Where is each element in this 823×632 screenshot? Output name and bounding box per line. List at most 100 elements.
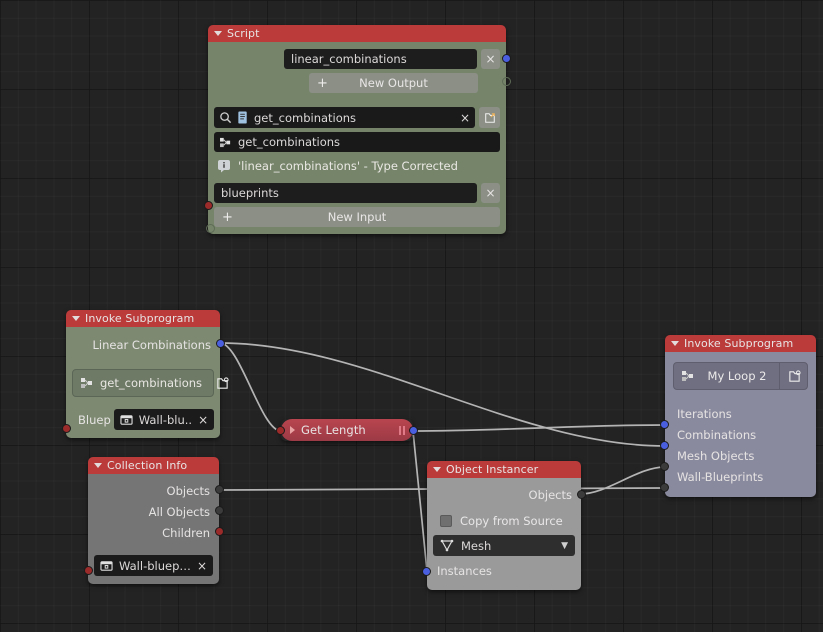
socket-label-blueprints: Bluep bbox=[78, 412, 111, 427]
clear-script-button[interactable]: × bbox=[460, 111, 470, 125]
node-object-instancer[interactable]: Object Instancer Objects Copy from Sourc… bbox=[422, 461, 586, 590]
subprogram-name: My Loop 2 bbox=[707, 369, 767, 383]
socket-script-new-input[interactable] bbox=[206, 224, 215, 233]
socket-script-output[interactable] bbox=[502, 54, 511, 63]
socket-invoke-right-mesh-objects[interactable] bbox=[660, 462, 669, 471]
mesh-data-icon bbox=[440, 539, 454, 552]
subprogram-selector[interactable]: get_combinations bbox=[72, 369, 229, 397]
node-invoke-right-title: Invoke Subprogram bbox=[684, 337, 794, 350]
collapse-triangle-icon[interactable] bbox=[72, 316, 80, 321]
chevron-down-icon[interactable]: ▼ bbox=[561, 541, 568, 551]
socket-label-mesh-objects: Mesh Objects bbox=[677, 448, 755, 463]
socket-label-objects: Objects bbox=[166, 483, 210, 498]
node-script[interactable]: Script linear_combinations × + New Outpu… bbox=[204, 25, 511, 234]
socket-invoke-left-linear-combinations[interactable] bbox=[216, 339, 225, 348]
script-name-field[interactable]: get_combinations bbox=[214, 132, 500, 152]
search-icon bbox=[219, 111, 232, 124]
node-object-instancer-header[interactable]: Object Instancer bbox=[427, 461, 581, 478]
output-row-objects: Objects bbox=[433, 484, 575, 506]
node-collection-info[interactable]: Collection Info Objects All Objects Chil… bbox=[84, 457, 224, 584]
script-search-input[interactable]: get_combinations × bbox=[214, 107, 475, 128]
node-editor-canvas[interactable]: Script linear_combinations × + New Outpu… bbox=[0, 0, 823, 632]
collection-icon bbox=[100, 560, 113, 572]
pause-icon bbox=[399, 425, 405, 435]
nodetree-icon bbox=[81, 377, 94, 389]
clear-object-button[interactable]: × bbox=[198, 413, 208, 427]
node-collection-info-body: Objects All Objects Children Wall-bluepr… bbox=[88, 474, 219, 584]
collapse-triangle-icon[interactable] bbox=[433, 467, 441, 472]
input-row-wall-blueprints: Wall-Blueprints bbox=[673, 466, 808, 487]
socket-label-children: Children bbox=[162, 525, 210, 540]
node-get-length[interactable]: Get Length bbox=[276, 419, 418, 441]
node-invoke-subprogram-right[interactable]: Invoke Subprogram My Loop 2 Iterations C… bbox=[660, 335, 816, 497]
clear-collection-button[interactable]: × bbox=[197, 559, 207, 573]
remove-input-button[interactable]: × bbox=[481, 183, 500, 203]
copy-from-source-checkbox[interactable] bbox=[440, 515, 452, 527]
node-invoke-left-title: Invoke Subprogram bbox=[85, 312, 195, 325]
copy-from-source-label: Copy from Source bbox=[460, 514, 563, 528]
script-name-row: get_combinations bbox=[214, 132, 500, 152]
node-get-length-header[interactable]: Get Length bbox=[281, 419, 413, 441]
plus-icon: + bbox=[317, 75, 328, 91]
input-row-iterations: Iterations bbox=[673, 403, 808, 424]
open-subprogram-icon[interactable] bbox=[216, 376, 229, 390]
socket-get-length-output[interactable] bbox=[409, 426, 418, 435]
collapse-triangle-icon[interactable] bbox=[671, 341, 679, 346]
socket-label-iterations: Iterations bbox=[677, 406, 732, 421]
output-row-children: Children bbox=[94, 522, 213, 543]
output-row-all-objects: All Objects bbox=[94, 501, 213, 522]
socket-label-objects: Objects bbox=[528, 488, 572, 502]
socket-script-new-output[interactable] bbox=[502, 77, 511, 86]
collection-selector[interactable]: Wall-bluepri.. × bbox=[94, 555, 213, 576]
socket-instancer-objects[interactable] bbox=[577, 490, 586, 499]
socket-collection-objects[interactable] bbox=[215, 485, 224, 494]
node-collection-info-header[interactable]: Collection Info bbox=[88, 457, 219, 474]
node-invoke-left-body: Linear Combinations get_combinations Blu… bbox=[66, 327, 229, 438]
remove-output-button[interactable]: × bbox=[481, 49, 500, 69]
socket-instancer-instances[interactable] bbox=[422, 567, 431, 576]
socket-collection-children[interactable] bbox=[215, 527, 224, 536]
nodetree-icon bbox=[682, 370, 695, 382]
node-invoke-right-header[interactable]: Invoke Subprogram bbox=[665, 335, 816, 352]
invoke-left-output-row: Linear Combinations bbox=[72, 333, 214, 356]
socket-invoke-right-iterations[interactable] bbox=[660, 420, 669, 429]
input-row-combinations: Combinations bbox=[673, 424, 808, 445]
divider bbox=[779, 363, 780, 389]
open-subprogram-icon[interactable] bbox=[788, 369, 801, 383]
node-invoke-left-header[interactable]: Invoke Subprogram bbox=[66, 310, 220, 327]
script-input-row: blueprints × bbox=[214, 183, 500, 203]
expand-triangle-icon[interactable] bbox=[290, 426, 295, 434]
node-invoke-subprogram-left[interactable]: Invoke Subprogram Linear Combinations ge… bbox=[62, 310, 229, 438]
input-name-input[interactable]: blueprints bbox=[214, 183, 477, 203]
node-object-instancer-title: Object Instancer bbox=[446, 463, 539, 476]
socket-script-input[interactable] bbox=[204, 201, 213, 210]
socket-invoke-right-combinations[interactable] bbox=[660, 441, 669, 450]
collapse-triangle-icon[interactable] bbox=[214, 31, 222, 36]
output-row-objects: Objects bbox=[94, 480, 213, 501]
node-collection-info-title: Collection Info bbox=[107, 459, 188, 472]
node-invoke-right-body: My Loop 2 Iterations Combinations Mesh O… bbox=[665, 352, 816, 497]
new-output-button[interactable]: + New Output bbox=[309, 73, 478, 93]
output-name-input[interactable]: linear_combinations bbox=[284, 49, 477, 69]
script-icon bbox=[237, 111, 249, 124]
copy-from-source-row[interactable]: Copy from Source bbox=[433, 510, 575, 532]
collection-name: Wall-bluepri.. bbox=[119, 558, 191, 573]
socket-invoke-right-wall-blueprints[interactable] bbox=[660, 483, 669, 492]
object-name: Wall-blu.. bbox=[138, 412, 193, 427]
socket-get-length-input[interactable] bbox=[276, 426, 285, 435]
socket-collection-all-objects[interactable] bbox=[215, 506, 224, 515]
node-script-body: linear_combinations × + New Output get_c… bbox=[208, 42, 506, 234]
socket-label-all-objects: All Objects bbox=[148, 504, 210, 519]
socket-collection-input[interactable] bbox=[84, 566, 93, 575]
socket-invoke-left-blueprints[interactable] bbox=[62, 424, 71, 433]
open-script-button[interactable] bbox=[479, 107, 500, 128]
collapse-triangle-icon[interactable] bbox=[94, 463, 102, 468]
node-script-header[interactable]: Script bbox=[208, 25, 506, 42]
object-type-dropdown[interactable]: Mesh ▼ bbox=[433, 535, 575, 556]
subprogram-selector[interactable]: My Loop 2 bbox=[673, 362, 808, 390]
script-new-output-row: + New Output bbox=[214, 73, 500, 93]
node-script-title: Script bbox=[227, 27, 260, 40]
new-input-button[interactable]: + New Input bbox=[214, 207, 500, 227]
invoke-left-input-row: Bluep Wall-blu.. × bbox=[72, 409, 215, 430]
object-selector[interactable]: Wall-blu.. × bbox=[113, 409, 215, 430]
